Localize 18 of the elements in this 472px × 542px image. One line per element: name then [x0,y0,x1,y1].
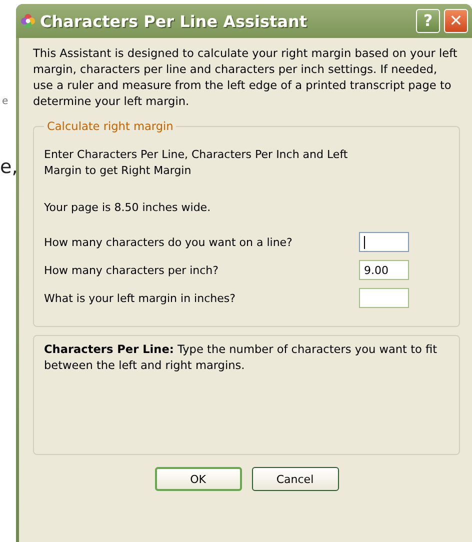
field-label: What is your left margin in inches? [44,292,236,304]
group-title: Calculate right margin [46,120,174,133]
flower-icon [20,13,36,29]
text-cursor [364,236,365,249]
dialog-button[interactable]: Cancel [252,467,338,491]
dialog-button[interactable]: OK [154,467,242,491]
background-text: e [2,96,8,107]
intro-text: This Assistant is designed to calculate your right margin based on your left margin, characters per line and characters per inch settings. If needed, use a ruler and measure from the left edge of a printed transcript page to determine your left margin. [33,46,458,110]
input-field[interactable]: 9.00 [359,260,409,280]
help-text: Characters Per Line: Type the number of characters you want to fit between the left and right margins. [44,342,438,374]
field-label: How many characters per inch? [44,264,218,276]
field-label: How many characters do you want on a line? [44,236,292,248]
page-width-text: Your page is 8.50 inches wide. [44,201,212,214]
background-text: e, [0,156,18,178]
instruction-text: Enter Characters Per Line, Characters Per Inch and Left Margin to get Right Margin [44,147,349,179]
input-field[interactable] [359,288,409,308]
input-field[interactable] [359,232,409,252]
window-title: Characters Per Line Assistant [40,12,308,30]
